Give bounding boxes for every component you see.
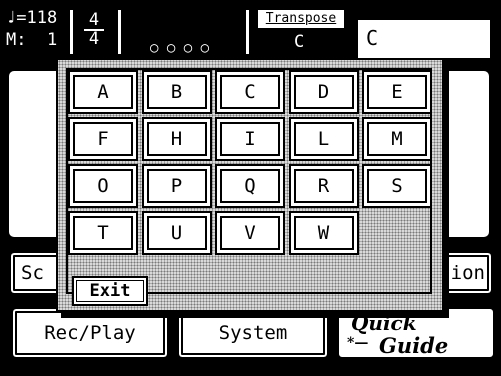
key-button-e[interactable]: E <box>362 70 432 114</box>
tempo-display: ♩=118 <box>6 8 58 28</box>
key-button-w[interactable]: W <box>288 211 359 255</box>
key-button-m[interactable]: M <box>362 117 432 161</box>
key-button-v[interactable]: V <box>215 211 285 255</box>
measure-display: M: 1 <box>6 30 58 50</box>
key-display: C <box>356 18 492 60</box>
key-button-i[interactable]: I <box>215 117 285 161</box>
key-button-l[interactable]: L <box>288 117 359 161</box>
divider <box>246 10 249 54</box>
key-button-c[interactable]: C <box>215 70 285 114</box>
transpose-indicator: Transpose C <box>256 8 346 52</box>
transpose-value: C <box>294 32 305 52</box>
key-button-u[interactable]: U <box>141 211 212 255</box>
key-button-s[interactable]: S <box>362 164 432 208</box>
key-button-o[interactable]: O <box>68 164 138 208</box>
divider <box>70 10 73 54</box>
system-button[interactable]: System <box>176 306 330 360</box>
divider <box>118 10 121 54</box>
key-button-q[interactable]: Q <box>215 164 285 208</box>
key-button-d[interactable]: D <box>288 70 359 114</box>
status-bar: ♩=118 M: 1 4 4 ○ ○ ○ ○ Transpose C C <box>0 0 501 60</box>
key-button-b[interactable]: B <box>141 70 212 114</box>
key-button-f[interactable]: F <box>68 117 138 161</box>
key-button-a[interactable]: A <box>68 70 138 114</box>
exit-button[interactable]: Exit <box>72 276 148 306</box>
quick-guide-star-icon: *— <box>347 335 369 351</box>
time-signature: 4 4 <box>84 12 104 48</box>
key-button-t[interactable]: T <box>68 211 138 255</box>
key-button-r[interactable]: R <box>288 164 359 208</box>
rec-play-button[interactable]: Rec/Play <box>10 306 170 360</box>
quarter-note-icon: ♩ <box>6 8 17 28</box>
key-button-h[interactable]: H <box>141 117 212 161</box>
key-grid: ABCDE FHILM OPQRS TUVW <box>68 70 432 260</box>
key-select-dialog: ABCDE FHILM OPQRS TUVW Exit <box>56 58 444 312</box>
quick-guide-button[interactable]: Quick *— Guide <box>336 306 496 360</box>
beat-indicator: ○ ○ ○ ○ <box>150 40 210 56</box>
transpose-label: Transpose <box>256 8 346 30</box>
key-button-p[interactable]: P <box>141 164 212 208</box>
